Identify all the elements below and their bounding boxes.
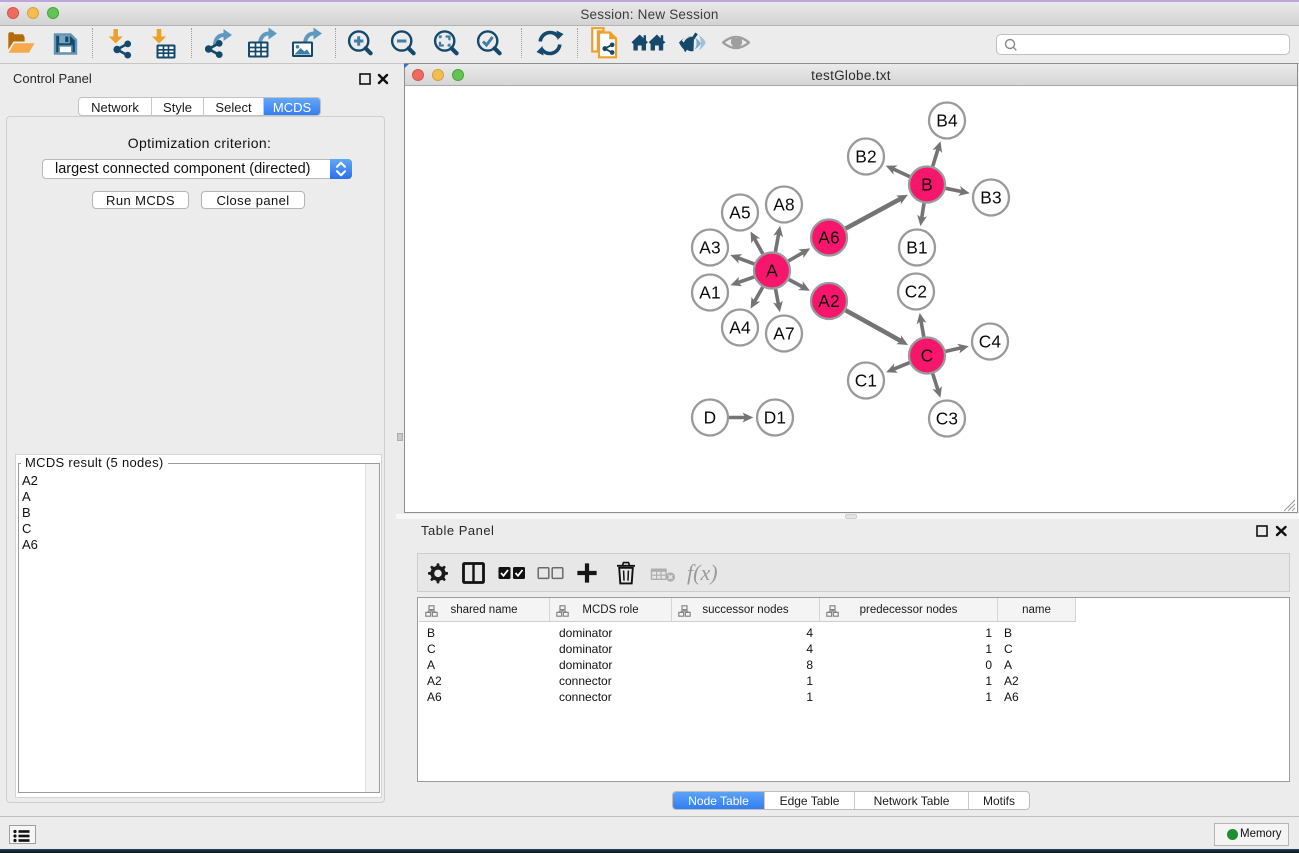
- svg-text:C3: C3: [936, 408, 959, 428]
- svg-text:B: B: [921, 174, 933, 194]
- svg-text:C4: C4: [979, 331, 1002, 351]
- svg-text:D1: D1: [764, 407, 787, 427]
- svg-text:A7: A7: [773, 323, 795, 343]
- svg-text:B3: B3: [980, 187, 1002, 207]
- svg-text:A8: A8: [773, 194, 795, 214]
- svg-text:A4: A4: [729, 317, 751, 337]
- svg-text:A3: A3: [699, 237, 721, 257]
- svg-text:B2: B2: [855, 146, 877, 166]
- svg-text:B4: B4: [936, 110, 958, 130]
- svg-text:D: D: [704, 407, 717, 427]
- svg-text:A6: A6: [818, 227, 840, 247]
- svg-text:C: C: [921, 345, 934, 365]
- svg-text:A5: A5: [729, 202, 751, 222]
- svg-text:A: A: [766, 260, 778, 280]
- svg-text:C2: C2: [905, 281, 928, 301]
- svg-text:A2: A2: [818, 291, 840, 311]
- svg-text:A1: A1: [699, 282, 721, 302]
- svg-text:C1: C1: [855, 370, 878, 390]
- svg-text:B1: B1: [906, 237, 928, 257]
